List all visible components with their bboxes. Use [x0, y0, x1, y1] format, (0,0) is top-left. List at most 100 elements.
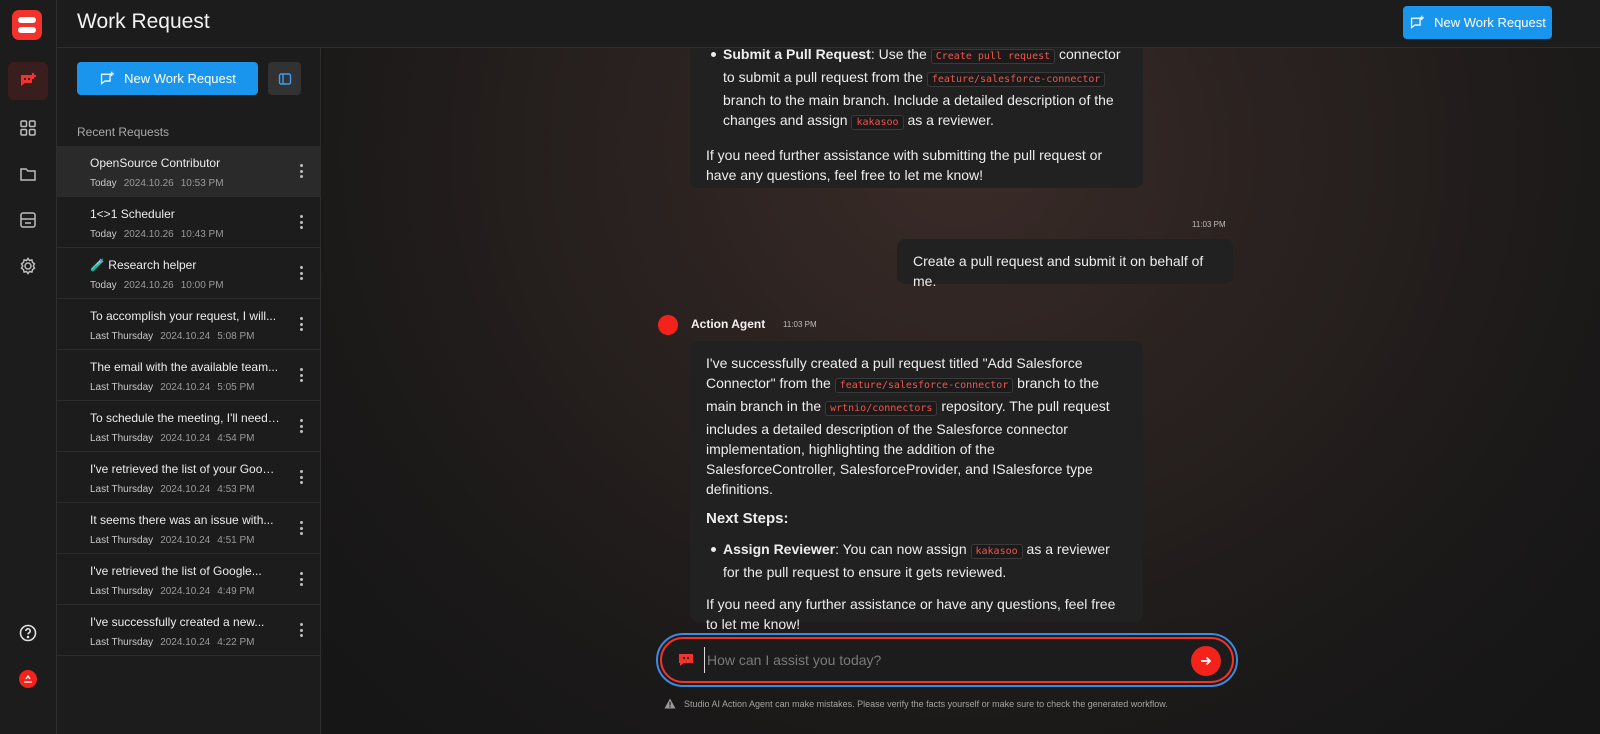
app-logo[interactable]	[12, 10, 42, 40]
chat-plus-icon	[1411, 15, 1424, 29]
inline-code: feature/salesforce-connector	[926, 72, 1106, 87]
inline-code: kakasoo	[851, 115, 904, 130]
request-title: To schedule the meeting, I'll need ...	[90, 411, 280, 425]
request-meta: Today 2024.10.26 10:00 PM	[90, 280, 224, 291]
list-item: Submit a Pull Request: Use the Create pu…	[706, 48, 1127, 133]
request-time: 4:51 PM	[217, 535, 255, 546]
request-time: 10:53 PM	[180, 178, 224, 189]
request-time: 4:53 PM	[217, 484, 255, 495]
recent-requests-list: OpenSource Contributor Today 2024.10.26 10:…	[57, 146, 321, 656]
grid-icon	[20, 120, 36, 136]
icon-rail	[0, 0, 57, 734]
request-day: Last Thursday	[90, 484, 154, 495]
assistant-message-previous: Submit a Pull Request: Use the Create pu…	[690, 48, 1143, 188]
chat-area: Submit a Pull Request: Use the Create pu…	[322, 48, 1600, 734]
user-message-text: Create a pull request and submit it on b…	[913, 253, 1204, 289]
request-meta: Last Thursday 2024.10.24 4:53 PM	[90, 484, 255, 495]
message-text: : Use the	[870, 48, 931, 62]
recent-requests-heading: Recent Requests	[77, 125, 170, 139]
request-meta: Last Thursday 2024.10.24 4:49 PM	[90, 586, 255, 597]
request-date: 2024.10.24	[160, 535, 211, 546]
more-options-icon[interactable]	[299, 572, 303, 586]
request-title: I've retrieved the list of Google...	[90, 564, 262, 578]
chat-plus-icon	[21, 73, 36, 86]
chat-composer-field	[660, 637, 1234, 683]
request-meta: Last Thursday 2024.10.24 5:05 PM	[90, 382, 255, 393]
help-nav-button[interactable]	[8, 614, 48, 652]
more-options-icon[interactable]	[299, 317, 303, 331]
request-date: 2024.10.24	[160, 433, 211, 444]
list-item[interactable]: I've retrieved the list of Google... Last…	[57, 554, 321, 605]
list-item[interactable]: To schedule the meeting, I'll need ... La…	[57, 401, 321, 452]
request-meta: Last Thursday 2024.10.24 4:54 PM	[90, 433, 255, 444]
header-new-work-request-label: New Work Request	[1434, 15, 1546, 30]
more-options-icon[interactable]	[299, 215, 303, 229]
request-day: Today	[90, 178, 117, 189]
request-day: Last Thursday	[90, 331, 154, 342]
more-options-icon[interactable]	[299, 623, 303, 637]
sidebar-panel-icon	[278, 72, 291, 85]
help-icon	[19, 624, 37, 642]
sidebar-new-work-request-button[interactable]: New Work Request	[77, 62, 258, 95]
request-time: 10:00 PM	[180, 280, 224, 291]
settings-nav-button[interactable]	[8, 247, 48, 285]
agent-name: Action Agent	[691, 317, 766, 331]
inline-code: kakasoo	[970, 544, 1023, 559]
list-item[interactable]: I've retrieved the list of your Googl...…	[57, 452, 321, 503]
more-options-icon[interactable]	[299, 470, 303, 484]
request-title: I've retrieved the list of your Googl...	[90, 462, 280, 476]
step-title: Submit a Pull Request	[723, 48, 871, 62]
request-meta: Last Thursday 2024.10.24 5:08 PM	[90, 331, 255, 342]
header-new-work-request-button[interactable]: New Work Request	[1403, 6, 1552, 39]
app-window: Work Request New Work Request New Work R…	[0, 0, 1600, 734]
list-item: Assign Reviewer: You can now assign kaka…	[706, 539, 1127, 582]
request-title: OpenSource Contributor	[90, 156, 221, 170]
user-avatar-button[interactable]	[8, 660, 48, 698]
chat-plus-icon	[101, 71, 114, 85]
request-title: 🧪 Research helper	[90, 258, 197, 272]
dashboard-nav-button[interactable]	[8, 109, 48, 147]
inline-code: wrtnio/connectors	[825, 401, 938, 416]
request-date: 2024.10.26	[123, 229, 174, 240]
request-meta: Last Thursday 2024.10.24 4:22 PM	[90, 637, 255, 648]
store-icon	[20, 212, 36, 228]
collapse-sidebar-button[interactable]	[268, 62, 301, 95]
page-title: Work Request	[77, 10, 210, 33]
send-button[interactable]	[1191, 646, 1221, 676]
more-options-icon[interactable]	[299, 266, 303, 280]
more-options-icon[interactable]	[299, 164, 303, 178]
arrow-right-icon	[1201, 656, 1212, 666]
more-options-icon[interactable]	[299, 368, 303, 382]
request-meta: Today 2024.10.26 10:53 PM	[90, 178, 224, 189]
message-text: If you need any further assistance or ha…	[706, 596, 1116, 632]
chat-input[interactable]	[704, 647, 1174, 673]
user-message: Create a pull request and submit it on b…	[897, 239, 1233, 289]
work-request-nav-button[interactable]	[8, 62, 48, 100]
list-item[interactable]: To accomplish your request, I will... Las…	[57, 299, 321, 350]
next-steps-heading: Next Steps:	[706, 510, 789, 527]
sidebar-new-work-request-label: New Work Request	[124, 71, 236, 86]
files-nav-button[interactable]	[8, 155, 48, 193]
list-item[interactable]: 1<>1 Scheduler Today 2024.10.26 10:43 PM	[57, 197, 321, 248]
more-options-icon[interactable]	[299, 419, 303, 433]
more-options-icon[interactable]	[299, 521, 303, 535]
request-day: Today	[90, 229, 117, 240]
chat-composer	[656, 633, 1238, 687]
store-nav-button[interactable]	[8, 201, 48, 239]
request-date: 2024.10.24	[160, 586, 211, 597]
list-item[interactable]: I've successfully created a new... Last T…	[57, 605, 321, 656]
request-time: 5:08 PM	[217, 331, 255, 342]
request-day: Last Thursday	[90, 433, 154, 444]
list-item[interactable]: 🧪 Research helper Today 2024.10.26 10:00 PM	[57, 248, 321, 299]
list-item[interactable]: OpenSource Contributor Today 2024.10.26 10:…	[57, 146, 321, 197]
user-avatar-icon	[19, 670, 37, 688]
disclaimer-text: Studio AI Action Agent can make mistakes…	[684, 698, 1168, 709]
message-text: as a reviewer.	[903, 112, 994, 128]
request-day: Last Thursday	[90, 637, 154, 648]
request-time: 5:05 PM	[217, 382, 255, 393]
assistant-message: I've successfully created a pull request…	[690, 341, 1143, 632]
request-meta: Today 2024.10.26 10:43 PM	[90, 229, 224, 240]
message-paragraph: I've successfully created a pull request…	[706, 353, 1127, 499]
list-item[interactable]: It seems there was an issue with... Last …	[57, 503, 321, 554]
list-item[interactable]: The email with the available team... Last…	[57, 350, 321, 401]
